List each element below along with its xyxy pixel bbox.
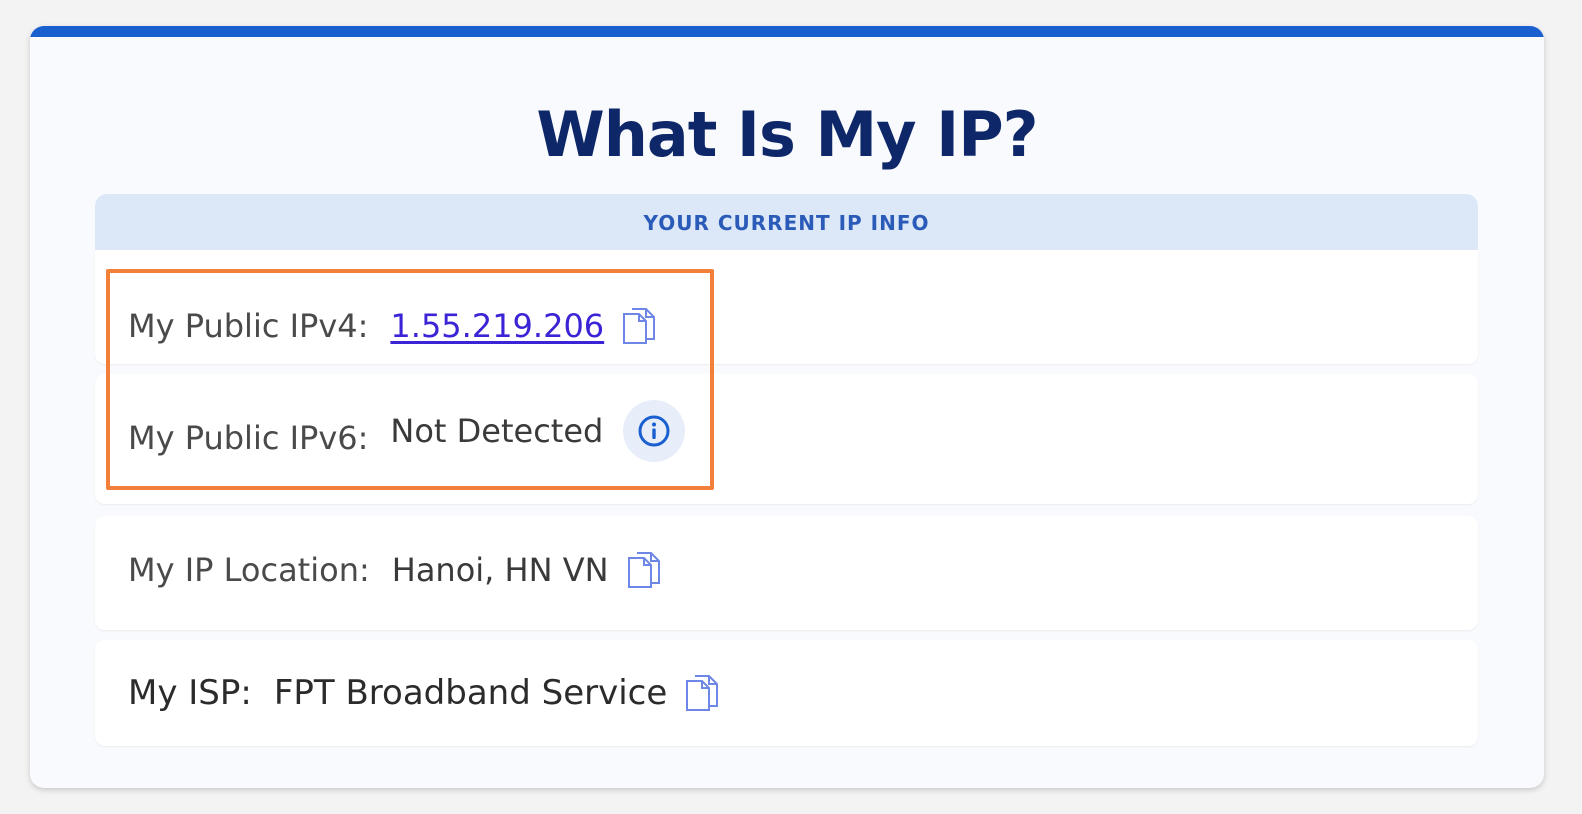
ipv6-row-content: My Public IPv6: Not Detected [128,400,686,462]
location-value: Hanoi, HN VN [391,551,609,589]
copy-icon[interactable] [623,549,665,591]
isp-value: FPT Broadband Service [273,673,668,713]
location-label: My IP Location: [128,551,370,589]
ipv6-label: My Public IPv6: [128,419,369,457]
ipv4-row: My Public IPv4: 1.55.219.206 [95,250,1478,364]
ip-info-card: What Is My IP? YOUR CURRENT IP INFO My P… [30,26,1544,788]
section-header: YOUR CURRENT IP INFO [95,194,1478,250]
ipv4-value-link[interactable]: 1.55.219.206 [390,307,604,345]
copy-icon[interactable] [618,305,660,347]
page-title: What Is My IP? [536,98,1038,171]
isp-label: My ISP: [128,673,252,713]
ipv4-row-content: My Public IPv4: 1.55.219.206 [128,305,660,347]
info-button[interactable] [623,400,686,462]
isp-row-content: My ISP: FPT Broadband Service [128,672,723,714]
location-row-content: My IP Location: Hanoi, HN VN [128,549,665,591]
location-row: My IP Location: Hanoi, HN VN [95,516,1478,630]
ipv4-label: My Public IPv4: [128,307,369,345]
info-icon [638,415,670,447]
card-accent-bar [30,26,1544,37]
copy-icon[interactable] [681,672,723,714]
isp-row: My ISP: FPT Broadband Service [95,640,1478,746]
ipv6-value: Not Detected [390,412,604,450]
ipv6-row: My Public IPv6: Not Detected [95,374,1478,504]
